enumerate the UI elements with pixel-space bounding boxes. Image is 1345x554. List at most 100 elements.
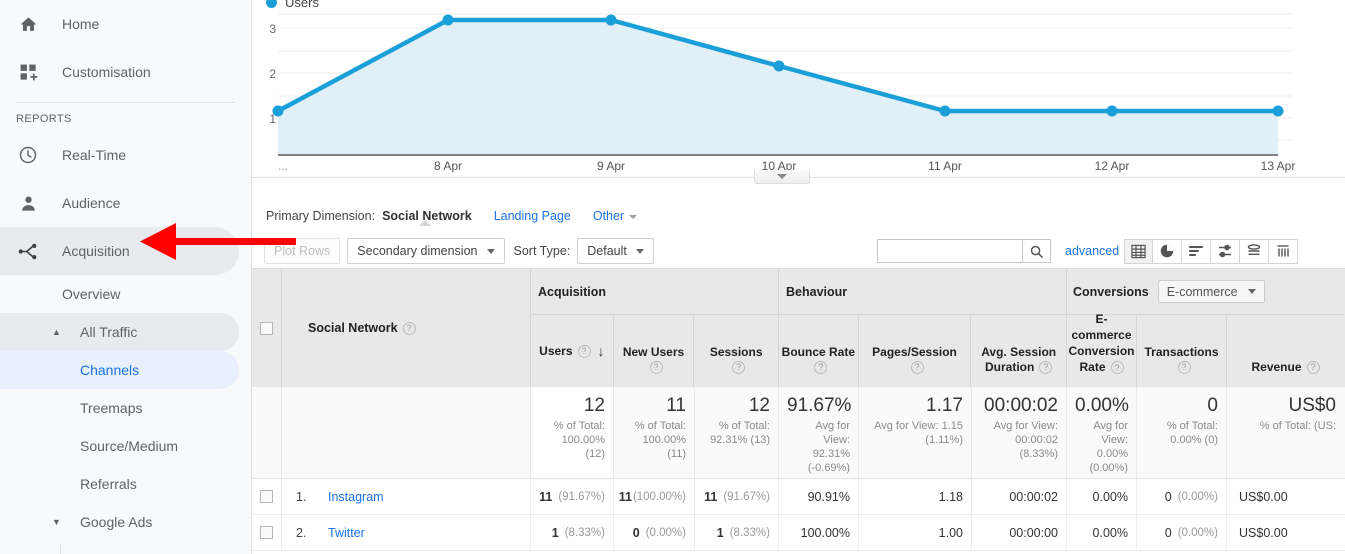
- y-tick-2: 2: [269, 67, 276, 81]
- table-row[interactable]: 2. Twitter 1(8.33%) 0(0.00%) 1(8.33%) 10…: [252, 515, 1345, 551]
- comparison-view-icon[interactable]: [1211, 239, 1240, 264]
- column-revenue[interactable]: Revenue?: [1227, 315, 1344, 387]
- sidebar-item-home[interactable]: Home: [0, 0, 239, 48]
- chevron-down-icon: [1248, 289, 1256, 294]
- cell-sessions: 1(8.33%): [695, 515, 779, 551]
- sidebar-item-referrals[interactable]: Referrals: [0, 465, 239, 503]
- column-pages-session[interactable]: Pages/Session?: [859, 315, 972, 387]
- cell-pages-session: 1.18: [859, 479, 972, 515]
- table-view-icon[interactable]: [1124, 239, 1153, 264]
- secondary-dimension-button[interactable]: Secondary dimension: [347, 238, 504, 264]
- primary-dimension-caret: [419, 220, 431, 226]
- sidebar-subitem-label: Treemaps: [80, 400, 143, 416]
- sidebar-item-source-medium[interactable]: Source/Medium: [0, 427, 239, 465]
- summary-ecom-rate-sub: Avg for View: 0.00% (0.00%): [1075, 419, 1128, 475]
- help-icon[interactable]: ?: [1111, 361, 1124, 374]
- column-avg-session-duration[interactable]: Avg. Session Duration?: [971, 315, 1066, 387]
- bar-chart-view-icon[interactable]: [1182, 239, 1211, 264]
- plot-rows-button[interactable]: Plot Rows: [264, 238, 340, 264]
- chart-svg: 3 2 1 ...: [252, 0, 1345, 178]
- column-ecommerce-conversion-rate[interactable]: E-commerce Conversion Rate?: [1067, 315, 1137, 387]
- cell-new-users-value: 0: [633, 526, 640, 540]
- search-group: advanced: [877, 239, 1119, 263]
- social-network-table: Social Network ? Acquisition Users ? ↓: [252, 268, 1345, 551]
- help-icon[interactable]: ?: [732, 361, 745, 374]
- y-tick-3: 3: [269, 22, 276, 36]
- sidebar-subitem-label: All Traffic: [80, 324, 137, 340]
- primary-dimension-other[interactable]: Other: [593, 209, 637, 223]
- chevron-down-icon: ▼: [52, 517, 61, 527]
- sort-arrow-down-icon: ↓: [598, 344, 605, 359]
- sidebar-item-channels[interactable]: Channels: [0, 351, 239, 389]
- pivot-view-icon[interactable]: [1240, 239, 1269, 264]
- performance-view-icon[interactable]: [1269, 239, 1298, 264]
- sidebar-item-audience[interactable]: Audience: [0, 179, 239, 227]
- table-controls: Plot Rows Secondary dimension Sort Type:…: [252, 234, 1345, 268]
- sort-type-value: Default: [587, 244, 627, 258]
- cell-ecom-rate: 0.00%: [1067, 479, 1137, 515]
- help-icon[interactable]: ?: [1039, 361, 1052, 374]
- select-all-checkbox[interactable]: [260, 322, 273, 335]
- search-input[interactable]: [877, 239, 1022, 263]
- cell-transactions-value: 0: [1165, 526, 1172, 540]
- primary-dimension-landing-page[interactable]: Landing Page: [494, 209, 571, 223]
- cell-users: 1(8.33%): [531, 515, 614, 551]
- sidebar-item-google-ads[interactable]: ▼ Google Ads: [0, 503, 239, 541]
- person-icon: [16, 191, 40, 215]
- cell-sessions: 11(91.67%): [695, 479, 779, 515]
- column-new-users-label: New Users: [623, 345, 684, 359]
- column-pages-session-label: Pages/Session: [872, 345, 957, 359]
- sidebar-item-overview[interactable]: Overview: [0, 275, 239, 313]
- column-bounce-rate[interactable]: Bounce Rate?: [779, 315, 859, 387]
- search-button[interactable]: [1022, 239, 1051, 263]
- column-sessions-label: Sessions: [710, 345, 763, 359]
- sidebar-subitem-label: Referrals: [80, 476, 137, 492]
- row-name-link[interactable]: Twitter: [328, 526, 365, 540]
- column-transactions[interactable]: Transactions?: [1137, 315, 1227, 387]
- sidebar-item-search-console[interactable]: ▼ Search console: [0, 541, 239, 554]
- column-new-users[interactable]: New Users?: [614, 315, 695, 387]
- cell-bounce-rate: 90.91%: [779, 479, 859, 515]
- column-sessions[interactable]: Sessions?: [694, 315, 778, 387]
- group-behaviour: Behaviour Bounce Rate? Pages/Session? Av…: [779, 269, 1067, 387]
- summary-revenue-value: US$0: [1235, 395, 1336, 417]
- summary-users: 12 % of Total: 100.00% (12): [531, 387, 614, 478]
- sidebar-item-label: Acquisition: [62, 243, 130, 259]
- help-icon[interactable]: ?: [1178, 361, 1191, 374]
- group-acquisition: Acquisition Users ? ↓ New Users? Session…: [531, 269, 779, 387]
- cell-avg-duration: 00:00:02: [972, 479, 1067, 515]
- analytics-page: Home Customisation REPORTS Real-Time: [0, 0, 1345, 554]
- help-icon[interactable]: ?: [403, 322, 416, 335]
- sidebar-item-real-time[interactable]: Real-Time: [0, 131, 239, 179]
- chart-expander-toggle[interactable]: [754, 170, 810, 184]
- pie-chart-view-icon[interactable]: [1153, 239, 1182, 264]
- summary-revenue-sub: % of Total: (US:: [1235, 419, 1336, 433]
- cell-users-pct: (91.67%): [558, 491, 605, 503]
- sort-type-select[interactable]: Default: [577, 238, 654, 264]
- sidebar-item-acquisition[interactable]: Acquisition: [0, 227, 239, 275]
- row-checkbox[interactable]: [260, 490, 273, 503]
- summary-users-sub: % of Total: 100.00% (12): [539, 419, 605, 461]
- help-icon[interactable]: ?: [911, 361, 924, 374]
- group-acquisition-label: Acquisition: [531, 269, 778, 315]
- help-icon[interactable]: ?: [650, 361, 663, 374]
- row-name-link[interactable]: Instagram: [328, 490, 384, 504]
- advanced-link[interactable]: advanced: [1065, 244, 1119, 258]
- clock-icon: [16, 143, 40, 167]
- sidebar-item-treemaps[interactable]: Treemaps: [0, 389, 239, 427]
- sidebar-subitem-label: Source/Medium: [80, 438, 178, 454]
- x-tick-12apr: 12 Apr: [1095, 159, 1130, 173]
- help-icon[interactable]: ?: [578, 345, 591, 358]
- help-icon[interactable]: ?: [814, 361, 827, 374]
- primary-dimension-other-label: Other: [593, 209, 624, 223]
- conversions-type-select[interactable]: E-commerce: [1158, 280, 1265, 303]
- cell-new-users-value: 11: [619, 490, 632, 504]
- sidebar-item-customisation[interactable]: Customisation: [0, 48, 239, 96]
- table-row[interactable]: 1. Instagram 11(91.67%) 11(100.00%) 11(9…: [252, 479, 1345, 515]
- dimension-header-label: Social Network: [308, 321, 398, 335]
- sidebar-item-all-traffic[interactable]: ▲ All Traffic: [0, 313, 239, 351]
- row-checkbox[interactable]: [260, 526, 273, 539]
- cell-ecom-rate: 0.00%: [1067, 515, 1137, 551]
- help-icon[interactable]: ?: [1307, 361, 1320, 374]
- column-users[interactable]: Users ? ↓: [531, 315, 614, 387]
